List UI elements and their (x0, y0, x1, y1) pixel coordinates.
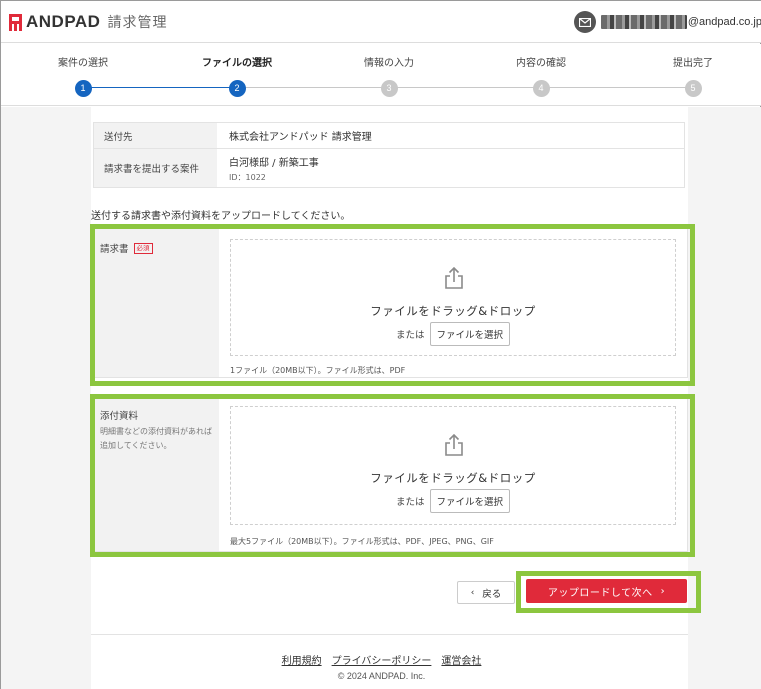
info-row-project: 請求書を提出する案件 白河様邸 / 新築工事 ID：1022 (94, 149, 684, 187)
app-logo[interactable]: ANDPAD 請求管理 (9, 12, 167, 32)
step-2: ファイルの選択 2 (192, 57, 282, 97)
project-id: ID：1022 (229, 172, 266, 182)
step-number: 3 (380, 80, 398, 97)
product-name: 請求管理 (107, 15, 168, 31)
project-name: 白河様邸 / 新築工事 (229, 157, 319, 169)
progress-stepper: 案件の選択 1 ファイルの選択 2 情報の入力 3 内容の確認 4 提出完了 5 (1, 44, 761, 106)
step-line-todo (237, 87, 693, 88)
back-label: 戻る (482, 588, 502, 600)
mail-icon[interactable] (573, 11, 596, 33)
back-button[interactable]: ‹ 戻る (457, 581, 515, 604)
info-label: 請求書を提出する案件 (94, 149, 217, 187)
app-window: ANDPAD 請求管理 @andpad.co.jp 案件の選択 1 ファイルの選… (0, 0, 761, 689)
copyright: © 2024 ANDPAD. Inc. (337, 671, 426, 681)
andpad-logo-icon (9, 13, 22, 31)
next-label: アップロードして次へ (547, 587, 653, 599)
user-menu[interactable]: @andpad.co.jp (573, 11, 761, 33)
step-number: 5 (684, 80, 702, 97)
chevron-left-icon: ‹ (470, 587, 475, 598)
upload-instruction: 送付する請求書や添付資料をアップロードしてください。 (91, 211, 351, 222)
step-label: ファイルの選択 (202, 58, 272, 69)
info-value: 白河様邸 / 新築工事 ID：1022 (217, 149, 684, 187)
step-label: 内容の確認 (516, 58, 566, 69)
step-label: 提出完了 (673, 58, 713, 69)
step-4: 内容の確認 4 (496, 57, 586, 97)
footer-divider (91, 634, 688, 635)
step-label: 情報の入力 (364, 58, 414, 69)
email-domain: @andpad.co.jp (687, 16, 761, 28)
highlight-invoice (90, 224, 695, 386)
step-label: 案件の選択 (58, 58, 108, 69)
destination-value: 株式会社アンドパッド 請求管理 (229, 132, 372, 143)
upload-next-button[interactable]: アップロードして次へ › (526, 579, 687, 603)
company-link[interactable]: 運営会社 (441, 652, 481, 667)
step-3: 情報の入力 3 (344, 57, 434, 97)
brand-name: ANDPAD (26, 12, 101, 31)
terms-link[interactable]: 利用規約 (282, 652, 322, 667)
footer-links: 利用規約 プライバシーポリシー 運営会社 (1, 652, 761, 667)
submission-info-table: 送付先 株式会社アンドパッド 請求管理 請求書を提出する案件 白河様邸 / 新築… (93, 122, 685, 188)
highlight-attachment (90, 394, 695, 557)
info-label: 送付先 (94, 123, 217, 148)
chevron-right-icon: › (660, 585, 666, 597)
info-value: 株式会社アンドパッド 請求管理 (217, 123, 684, 148)
step-number: 4 (532, 80, 550, 97)
redacted-email-user (600, 15, 687, 29)
top-header: ANDPAD 請求管理 @andpad.co.jp (1, 1, 761, 43)
info-row-destination: 送付先 株式会社アンドパッド 請求管理 (94, 123, 684, 149)
step-5: 提出完了 5 (648, 57, 738, 97)
step-1: 案件の選択 1 (38, 57, 128, 97)
privacy-link[interactable]: プライバシーポリシー (332, 652, 432, 667)
step-number: 2 (228, 80, 246, 97)
step-number: 1 (74, 80, 92, 97)
